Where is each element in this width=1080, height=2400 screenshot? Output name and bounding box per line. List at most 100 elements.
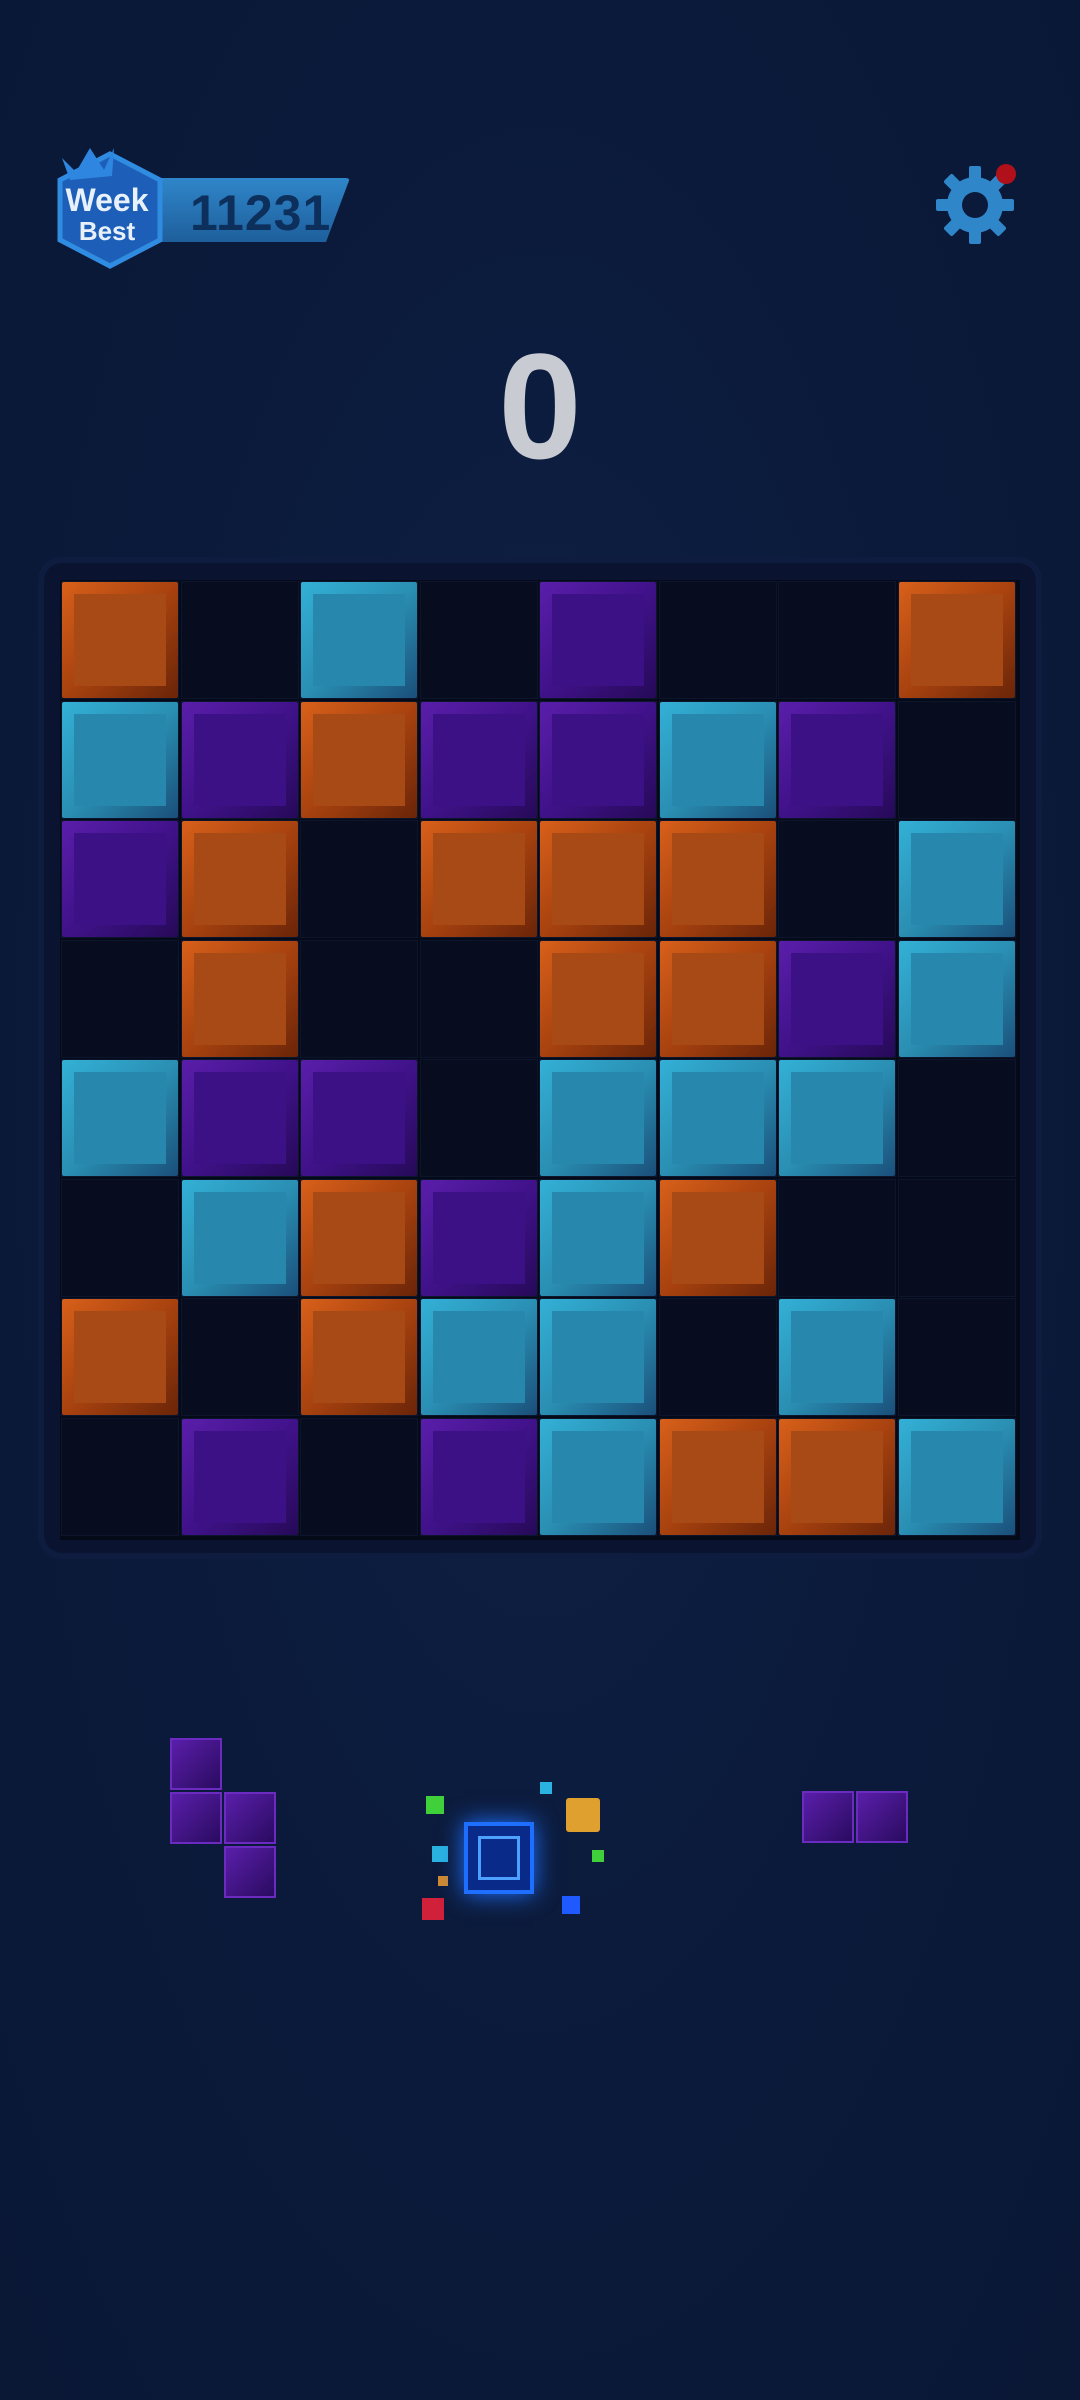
board-cell[interactable]: [897, 1298, 1016, 1416]
board-cell[interactable]: [778, 820, 896, 938]
cyan-block: [898, 1418, 1015, 1535]
badge-week-label: Week: [65, 182, 149, 218]
orange-block: [540, 940, 656, 1057]
cyan-block: [540, 1060, 656, 1176]
game-board[interactable]: [60, 580, 1020, 1540]
cyan-block: [62, 1060, 178, 1176]
board-cell[interactable]: [61, 1178, 179, 1297]
block-face: [910, 833, 1003, 925]
block-face: [432, 1430, 525, 1523]
week-best-score: 11231: [190, 185, 332, 241]
board-cell[interactable]: [61, 1417, 179, 1536]
cyan-block: [301, 582, 417, 698]
purple-block: [779, 940, 895, 1057]
badge-best-label: Best: [78, 216, 136, 246]
block-face: [552, 1430, 644, 1523]
orange-block: [659, 1418, 776, 1535]
settings-button[interactable]: [930, 160, 1020, 250]
block-face: [791, 1072, 883, 1164]
board-cell[interactable]: [419, 1059, 538, 1177]
sparkle-green: [426, 1796, 444, 1814]
orange-block: [659, 940, 776, 1057]
sparkle-orange: [438, 1876, 448, 1886]
block-face: [910, 952, 1003, 1045]
tray-piece-purple-domino[interactable]: [802, 1791, 912, 1847]
piece-cell: [224, 1792, 276, 1844]
orange-block: [540, 821, 656, 937]
block-face: [313, 1191, 405, 1284]
block-face: [791, 713, 883, 806]
block-face: [432, 713, 525, 806]
block-face: [671, 1072, 764, 1164]
block-face: [910, 594, 1003, 686]
block-face: [671, 1191, 764, 1284]
block-face: [313, 713, 405, 806]
purple-block: [181, 1060, 298, 1176]
cyan-block: [898, 940, 1015, 1057]
block-face: [74, 713, 166, 806]
board-cell[interactable]: [419, 939, 538, 1058]
notification-dot: [996, 164, 1016, 184]
block-face: [432, 833, 525, 925]
board-cell[interactable]: [180, 1298, 299, 1416]
block-face: [791, 952, 883, 1045]
orange-block: [181, 821, 298, 937]
purple-block: [779, 701, 895, 818]
block-face: [791, 1430, 883, 1523]
block-face: [552, 833, 644, 925]
sparkle-blue: [562, 1896, 580, 1914]
board-cell[interactable]: [897, 700, 1016, 819]
cyan-block: [420, 1299, 537, 1415]
tray-piece-single-blue[interactable]: [420, 1780, 620, 1930]
purple-block: [420, 701, 537, 818]
orange-block: [420, 821, 537, 937]
block-face: [74, 594, 166, 686]
board-cell[interactable]: [897, 1059, 1016, 1177]
cyan-block: [540, 1179, 656, 1296]
board-cell[interactable]: [658, 581, 777, 699]
board-cell[interactable]: [61, 939, 179, 1058]
orange-block: [898, 582, 1015, 698]
piece-cell: [224, 1846, 276, 1898]
block-face: [74, 1072, 166, 1164]
block-face: [552, 1191, 644, 1284]
purple-block: [301, 1060, 417, 1176]
board-cell[interactable]: [778, 581, 896, 699]
board-cell[interactable]: [897, 1178, 1016, 1297]
piece-cell: [856, 1791, 908, 1843]
block-face: [910, 1430, 1003, 1523]
piece-cell: [170, 1792, 222, 1844]
block-face: [552, 594, 644, 686]
board-cell[interactable]: [419, 581, 538, 699]
board-cell[interactable]: [778, 1178, 896, 1297]
board-cell[interactable]: [300, 820, 418, 938]
orange-block: [659, 1179, 776, 1296]
cyan-block: [62, 701, 178, 818]
board-cell[interactable]: [300, 939, 418, 1058]
block-face: [432, 1191, 525, 1284]
block-face: [74, 833, 166, 925]
board-cell[interactable]: [658, 1298, 777, 1416]
block-face: [74, 1311, 166, 1403]
purple-block: [181, 701, 298, 818]
board-cell[interactable]: [180, 581, 299, 699]
block-face: [193, 833, 286, 925]
orange-block: [779, 1418, 895, 1535]
cyan-block: [181, 1179, 298, 1296]
sparkle-small-green: [592, 1850, 604, 1862]
block-face: [313, 1311, 405, 1403]
tray-piece-purple-s[interactable]: [170, 1738, 280, 1898]
block-face: [552, 1072, 644, 1164]
cyan-block: [540, 1299, 656, 1415]
piece-cell: [170, 1738, 222, 1790]
sparkle-cyan: [540, 1782, 552, 1794]
block-face: [193, 1430, 286, 1523]
board-cell[interactable]: [300, 1417, 418, 1536]
block-face: [432, 1311, 525, 1403]
block-face: [671, 713, 764, 806]
cyan-block: [779, 1299, 895, 1415]
block-face: [313, 1072, 405, 1164]
orange-block: [301, 1299, 417, 1415]
cyan-block: [779, 1060, 895, 1176]
purple-block: [420, 1179, 537, 1296]
